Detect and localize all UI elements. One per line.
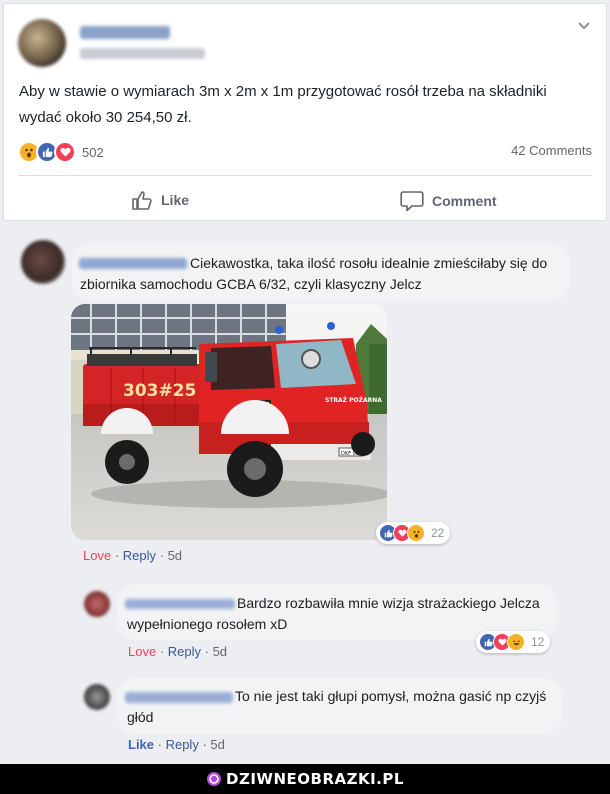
comment-button[interactable]: Comment (400, 190, 497, 212)
brand-icon (207, 772, 221, 786)
replier-avatar[interactable] (84, 684, 110, 710)
comment-label: Comment (432, 193, 497, 209)
comment-reactions[interactable]: 22 (376, 522, 451, 544)
reply-time[interactable]: 5d (210, 737, 224, 752)
door-text: STRAŻ POŻARNA (325, 397, 382, 404)
author-name[interactable] (80, 26, 170, 39)
reply-time[interactable]: 5d (213, 644, 227, 659)
post-reactions[interactable]: 502 (18, 141, 104, 163)
love-reaction-icon (54, 141, 76, 163)
truck-number: 303#25 (123, 381, 196, 401)
brand-logo[interactable]: DZIWNEOBRAZKI.PL (206, 770, 404, 788)
love-link[interactable]: Love (128, 644, 156, 659)
reply-text: To nie jest taki głupi pomysł, można gas… (127, 688, 547, 725)
comment-reaction-count: 22 (431, 526, 445, 540)
post-timestamp[interactable] (80, 48, 205, 59)
reply-meta: Like · Reply · 5d (128, 737, 225, 752)
reply-bubble: To nie jest taki głupi pomysł, można gas… (117, 678, 562, 734)
author-avatar[interactable] (18, 19, 66, 67)
reply-link[interactable]: Reply (166, 737, 199, 752)
watermark-footer: DZIWNEOBRAZKI.PL (0, 764, 610, 794)
brand-text: DZIWNEOBRAZKI.PL (226, 770, 404, 788)
reply-link[interactable]: Reply (123, 548, 156, 563)
divider (18, 175, 592, 176)
comment-time[interactable]: 5d (168, 548, 182, 563)
chevron-down-icon[interactable] (578, 22, 590, 30)
reaction-count: 502 (82, 144, 104, 160)
haha-reaction-icon (507, 633, 525, 651)
fire-truck-image: 303#25 STRAŻ POŻARNA DKF 0000 (71, 304, 387, 540)
wow-reaction-icon (407, 524, 425, 542)
comment-photo[interactable]: 303#25 STRAŻ POŻARNA DKF 0000 (71, 304, 387, 540)
post-text: Aby w stawie o wymiarach 3m x 2m x 1m pr… (19, 83, 547, 126)
reply-meta: Love · Reply · 5d (128, 644, 228, 659)
comment-bubble: Ciekawostka, taka ilość rosołu idealnie … (72, 244, 570, 300)
post-card: Aby w stawie o wymiarach 3m x 2m x 1m pr… (3, 3, 607, 221)
love-link[interactable]: Love (83, 548, 111, 563)
reply-reactions[interactable]: 12 (476, 631, 551, 653)
like-label: Like (161, 192, 190, 208)
reply-reaction-count: 12 (531, 635, 545, 649)
comment-meta: Love · Reply · 5d (83, 548, 183, 563)
comments-count-link[interactable]: 42 Comments (511, 143, 592, 158)
reply-link[interactable]: Reply (168, 644, 201, 659)
reply-text: Bardzo rozbawiła mnie wizja strażackiego… (127, 595, 540, 632)
replier-avatar[interactable] (84, 591, 110, 617)
like-link[interactable]: Like (128, 737, 154, 752)
like-button[interactable]: Like (131, 190, 189, 210)
commenter-avatar[interactable] (21, 240, 65, 284)
thumbs-up-icon (132, 191, 152, 210)
comment-text: Ciekawostka, taka ilość rosołu idealnie … (80, 255, 548, 292)
comment-icon (400, 191, 424, 212)
